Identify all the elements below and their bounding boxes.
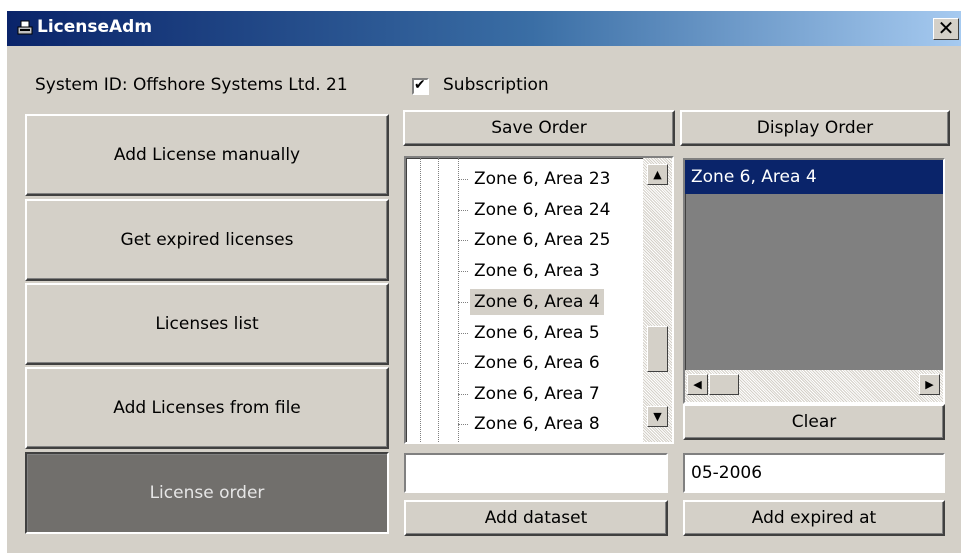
area-tree-view[interactable]: Zone 6, Area 23 Zone 6, Area 24 Zone 6, …	[404, 156, 674, 444]
arrow-up-icon: ▲	[653, 168, 662, 181]
scroll-up-button[interactable]: ▲	[647, 164, 668, 185]
dataset-input[interactable]	[404, 453, 668, 493]
button-label: Clear	[791, 412, 837, 432]
arrow-right-icon: ▶	[925, 378, 934, 391]
tree-connector	[458, 179, 468, 180]
license-adm-window: LicenseAdm ✕ System ID: Offshore Systems…	[6, 10, 962, 554]
tree-connector	[458, 271, 468, 272]
arrow-down-icon: ▼	[653, 410, 662, 423]
tree-guide-line	[420, 158, 421, 442]
button-label: Get expired licenses	[120, 230, 294, 250]
button-label: Add License manually	[113, 145, 301, 165]
add-dataset-button[interactable]: Add dataset	[404, 500, 668, 536]
tree-item[interactable]: Zone 6, Area 23	[470, 166, 614, 192]
tree-item[interactable]: Zone 6, Area 25	[470, 227, 614, 253]
button-label: License order	[149, 483, 265, 503]
app-icon	[17, 20, 33, 35]
add-license-manually-button[interactable]: Add License manually	[25, 114, 389, 196]
arrow-left-icon: ◀	[693, 378, 702, 391]
tree-vertical-scrollbar[interactable]	[643, 158, 672, 442]
title-bar[interactable]: LicenseAdm ✕	[7, 11, 961, 46]
system-id-label: System ID: Offshore Systems Ltd. 21	[35, 75, 348, 95]
close-icon: ✕	[937, 16, 955, 40]
button-label: Add dataset	[484, 508, 588, 528]
get-expired-licenses-button[interactable]: Get expired licenses	[25, 199, 389, 281]
button-label: Add expired at	[751, 508, 877, 528]
button-label: Licenses list	[155, 314, 259, 334]
check-icon: ✔	[414, 77, 426, 93]
close-button[interactable]: ✕	[933, 18, 959, 40]
tree-item-selected[interactable]: Zone 6, Area 4	[470, 289, 604, 315]
scroll-down-button[interactable]: ▼	[647, 406, 668, 427]
add-licenses-from-file-button[interactable]: Add Licenses from file	[25, 367, 389, 449]
tree-connector	[458, 302, 468, 303]
scrollbar-thumb[interactable]	[647, 326, 668, 372]
tree-guide-line	[438, 158, 439, 442]
scroll-left-button[interactable]: ◀	[687, 374, 708, 395]
tree-connector	[458, 210, 468, 211]
add-expired-at-button[interactable]: Add expired at	[683, 500, 945, 536]
tree-item[interactable]: Zone 6, Area 3	[470, 258, 604, 284]
button-label: Add Licenses from file	[113, 398, 301, 418]
license-order-button[interactable]: License order	[25, 452, 389, 534]
tree-connector	[458, 333, 468, 334]
tree-connector	[458, 240, 468, 241]
subscription-label: Subscription	[443, 75, 549, 95]
tree-connector	[458, 424, 468, 425]
window-title: LicenseAdm	[37, 17, 153, 37]
save-order-button[interactable]: Save Order	[403, 110, 675, 146]
subscription-checkbox[interactable]: ✔	[412, 77, 429, 95]
list-item-selected[interactable]: Zone 6, Area 4	[685, 160, 943, 194]
scroll-right-button[interactable]: ▶	[919, 374, 940, 395]
tree-item[interactable]: Zone 6, Area 5	[470, 320, 604, 346]
button-label: Display Order	[756, 118, 874, 138]
licenses-list-button[interactable]: Licenses list	[25, 283, 389, 365]
display-order-button[interactable]: Display Order	[680, 110, 950, 146]
button-label: Save Order	[491, 118, 587, 138]
expired-at-input[interactable]: 05-2006	[683, 453, 945, 493]
horizontal-scrollbar-thumb[interactable]	[709, 374, 739, 395]
tree-item[interactable]: Zone 6, Area 7	[470, 381, 604, 407]
tree-item[interactable]: Zone 6, Area 24	[470, 197, 614, 223]
tree-guide-line	[458, 158, 459, 442]
display-order-list[interactable]: Zone 6, Area 4 ◀ ▶	[683, 158, 945, 404]
tree-item[interactable]: Zone 6, Area 8	[470, 411, 604, 437]
tree-item[interactable]: Zone 6, Area 6	[470, 350, 604, 376]
tree-connector	[458, 394, 468, 395]
clear-button[interactable]: Clear	[683, 404, 945, 440]
tree-connector	[458, 363, 468, 364]
